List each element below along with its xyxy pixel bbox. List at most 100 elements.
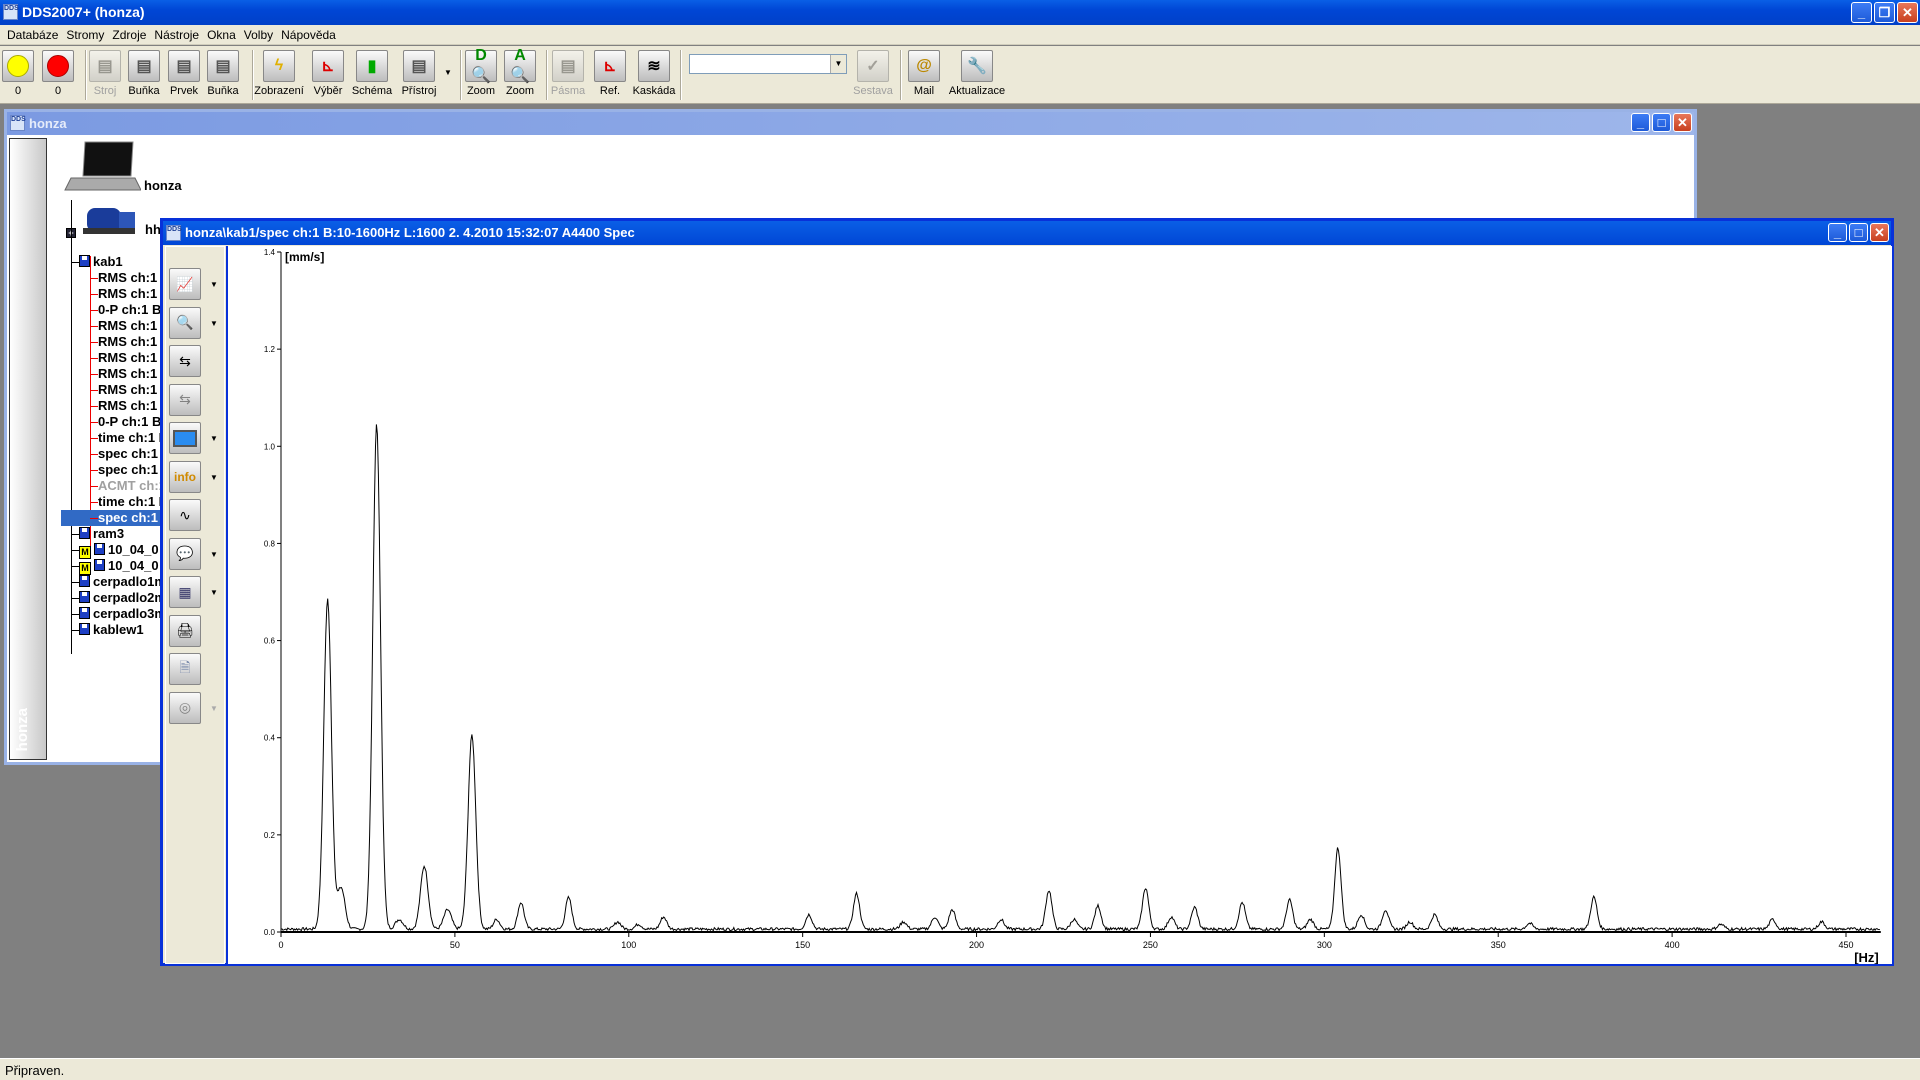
x-tick-label: 200 xyxy=(969,940,984,950)
printer-icon[interactable]: 🖨 xyxy=(169,614,201,647)
chevron-down-icon[interactable]: ▼ xyxy=(830,55,846,73)
tree-item[interactable]: RMS ch:1 xyxy=(90,350,157,366)
minimize-button[interactable]: _ xyxy=(1851,2,1872,23)
toolbar-button-16[interactable]: @ Mail xyxy=(905,50,943,97)
tree-item[interactable]: cerpadlo3m xyxy=(71,606,166,622)
machine-motor-icon[interactable] xyxy=(81,202,139,238)
tree-item[interactable]: M 10_04_0 xyxy=(71,558,159,575)
app-title-bar: DDS DDS2007+ (honza) _ ❐ ✕ xyxy=(0,0,1920,25)
info-icon[interactable]: info xyxy=(169,460,201,493)
close-button[interactable]: ✕ xyxy=(1673,113,1692,132)
chevron-down-icon[interactable]: ▼ xyxy=(210,550,218,559)
tree-item[interactable]: kab1 xyxy=(71,254,123,270)
magnifier-icon[interactable]: 🔍 xyxy=(169,306,201,339)
tree-item[interactable]: M 10_04_0 xyxy=(71,542,159,559)
restore-button[interactable]: ❐ xyxy=(1874,2,1895,23)
document-icon[interactable]: 🗎 xyxy=(169,653,201,685)
chevron-down-icon[interactable]: ▼ xyxy=(210,319,218,328)
menu-3[interactable]: Nástroje xyxy=(151,25,204,44)
close-button[interactable]: ✕ xyxy=(1897,2,1918,23)
tree-side-strip[interactable]: honza xyxy=(9,138,47,760)
tree-item[interactable]: spec ch:1 xyxy=(90,462,158,478)
cursor-chart-icon[interactable]: 📈 xyxy=(169,268,201,300)
toolbar-button-1[interactable]: 0 xyxy=(39,50,77,97)
tree-item[interactable]: RMS ch:1 xyxy=(90,382,157,398)
minimize-button[interactable]: _ xyxy=(1828,223,1847,242)
database-disk-icon xyxy=(79,591,90,603)
toolbar-button-6[interactable]: ϟ Zobrazení xyxy=(254,50,304,97)
checkmark-icon: ✓ xyxy=(857,50,889,82)
mail-icon: @ xyxy=(908,50,940,82)
zoom-a-icon: A🔍 xyxy=(504,47,536,84)
chevron-down-icon[interactable]: ▼ xyxy=(210,434,218,443)
menu-4[interactable]: Okna xyxy=(204,25,241,44)
tree-item[interactable]: cerpadlo1m xyxy=(71,574,166,590)
chevron-down-icon[interactable]: ▼ xyxy=(210,280,218,289)
chevron-down-icon[interactable]: ▼ xyxy=(210,704,218,713)
minimize-button[interactable]: _ xyxy=(1631,113,1650,132)
y-tick-label: 0.4 xyxy=(264,734,276,743)
zoom-d-icon: D🔍 xyxy=(465,47,497,84)
y-tick-label: 0.0 xyxy=(264,928,276,937)
toolbar-button-8[interactable]: ▮ Schéma xyxy=(352,50,392,97)
spectrum-chart[interactable]: 0.0 0.2 0.4 0.6 0.8 1.0 1.2 1.4 0 50 100 150 200 250 3… xyxy=(226,246,1892,965)
menu-0[interactable]: Databáze xyxy=(4,25,63,44)
menu-2[interactable]: Zdroje xyxy=(109,25,151,44)
tree-item[interactable]: ram3 xyxy=(71,526,124,542)
waveforms-icon[interactable]: ∿ xyxy=(169,499,201,531)
cascade-icon: ≋ xyxy=(638,50,670,82)
tree-item[interactable]: RMS ch:1 xyxy=(90,398,158,414)
chevron-down-icon[interactable]: ▼ xyxy=(210,588,218,597)
tree-item[interactable]: RMS ch:1 xyxy=(90,334,157,350)
toolbar-button-5[interactable]: ▤ Buňka xyxy=(204,50,242,97)
monitor-icon[interactable] xyxy=(169,422,201,454)
computer-label[interactable]: honza xyxy=(144,178,182,194)
y-tick-label: 1.4 xyxy=(264,248,276,257)
tree-item[interactable]: spec ch:1 xyxy=(90,446,158,462)
tree-item[interactable]: kablew1 xyxy=(71,622,144,638)
tree-item[interactable]: time ch:1 B xyxy=(90,430,168,446)
tree-item[interactable]: RMS ch:1 xyxy=(90,366,157,382)
database-disk-icon xyxy=(79,623,90,635)
toolbar-button-13[interactable]: ⊾ Ref. xyxy=(591,50,629,97)
toolbar-button-15[interactable]: ✓ Sestava xyxy=(853,50,893,97)
menu-5[interactable]: Volby xyxy=(241,25,278,44)
toolbar-button-7[interactable]: ⊾ Výběr xyxy=(309,50,347,97)
machine-label[interactable]: hh xyxy=(145,222,161,238)
menu-1[interactable]: Stromy xyxy=(63,25,109,44)
menu-6[interactable]: Nápověda xyxy=(278,25,341,44)
y-axis-unit: [mm/s] xyxy=(285,250,324,264)
instrument-dropdown-arrow[interactable]: ▼ xyxy=(444,68,452,77)
maximize-button[interactable]: □ xyxy=(1849,223,1868,242)
chart-settings-disabled-icon[interactable]: ⇆ xyxy=(169,383,201,416)
chart-toolbar: 📈 ▼ 🔍 ▼ ⇆ ⇆ ▼ info ▼ ∿ 💬 ▼ ▦ ▼ 🖨 🗎 ◎ ▼ xyxy=(165,246,225,964)
grid-icon[interactable]: ▦ xyxy=(169,576,201,608)
tree-item[interactable]: RMS ch:1 xyxy=(90,318,157,334)
tree-item[interactable]: ACMT ch:1 xyxy=(90,478,166,494)
tree-item[interactable]: RMS ch:1 xyxy=(90,270,157,286)
reference-icon: ⊾ xyxy=(594,50,626,82)
chart-settings-icon[interactable]: ⇆ xyxy=(169,345,201,377)
app-title: DDS2007+ (honza) xyxy=(22,4,145,20)
toolbar-button-14[interactable]: ≋ Kaskáda xyxy=(633,50,675,97)
toolbar-button-11[interactable]: A🔍 Zoom xyxy=(501,47,539,97)
tree-item-label: RMS ch:1 xyxy=(98,398,158,413)
tree-item[interactable]: 0-P ch:1 B xyxy=(90,302,161,318)
lightning-icon: ϟ xyxy=(263,50,295,82)
disabled-tool-icon[interactable]: ◎ xyxy=(169,691,201,724)
comment-icon[interactable]: 💬 xyxy=(169,537,201,570)
toolbar-button-17[interactable]: 🔧 Aktualizace xyxy=(949,50,1005,97)
database-disk-icon xyxy=(94,559,105,571)
tree-item[interactable]: time ch:1 B xyxy=(90,494,168,510)
x-tick-label: 150 xyxy=(795,940,810,950)
toolbar-button-9[interactable]: ▤ Přístroj xyxy=(400,50,438,97)
toolbar-button-label: Buňka xyxy=(207,85,239,97)
close-button[interactable]: ✕ xyxy=(1870,223,1889,242)
tree-item[interactable]: RMS ch:1 xyxy=(90,286,157,302)
laptop-icon[interactable] xyxy=(63,140,142,194)
tree-item[interactable]: 0-P ch:1 B xyxy=(90,414,161,430)
tree-item[interactable]: cerpadlo2m xyxy=(71,590,166,606)
toolbar-combo[interactable]: ▼ xyxy=(689,54,847,74)
chevron-down-icon[interactable]: ▼ xyxy=(210,473,218,482)
maximize-button[interactable]: □ xyxy=(1652,113,1671,132)
